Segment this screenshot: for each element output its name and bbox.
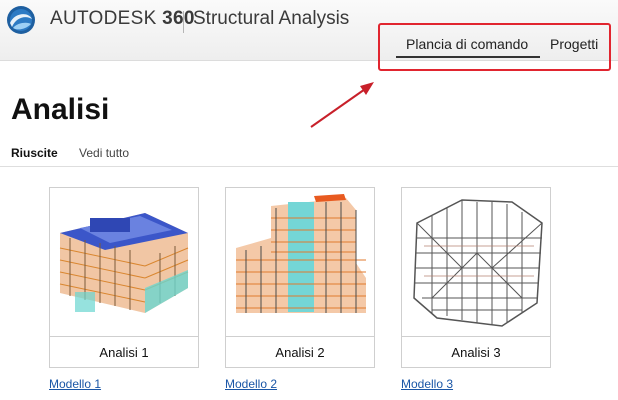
structural-model-thumbnail-icon[interactable] xyxy=(50,188,198,337)
page-title: Analisi xyxy=(11,93,110,126)
analysis-name: Analisi 1 xyxy=(99,345,149,360)
analysis-name: Analisi 2 xyxy=(275,345,325,360)
analysis-card[interactable]: Analisi 1 xyxy=(49,187,199,368)
model-link[interactable]: Modello 2 xyxy=(225,377,277,391)
highlight-callout-box xyxy=(378,23,611,71)
filter-succeeded-tab[interactable]: Riuscite xyxy=(11,146,58,160)
header-separator xyxy=(183,11,184,33)
analysis-card[interactable]: Analisi 2 xyxy=(225,187,375,368)
model-link[interactable]: Modello 1 xyxy=(49,377,101,391)
model-link[interactable]: Modello 3 xyxy=(401,377,453,391)
section-divider xyxy=(0,166,618,167)
product-name: Structural Analysis xyxy=(193,8,350,29)
analysis-name: Analisi 3 xyxy=(451,345,501,360)
autodesk-360-logo-icon[interactable] xyxy=(6,5,36,35)
brand-name: AUTODESK 360 xyxy=(50,8,195,29)
analysis-card[interactable]: Analisi 3 xyxy=(401,187,551,368)
structural-model-thumbnail-icon[interactable] xyxy=(402,188,550,337)
filter-see-all-link[interactable]: Vedi tutto xyxy=(79,146,129,160)
structural-model-thumbnail-icon[interactable] xyxy=(226,188,374,337)
